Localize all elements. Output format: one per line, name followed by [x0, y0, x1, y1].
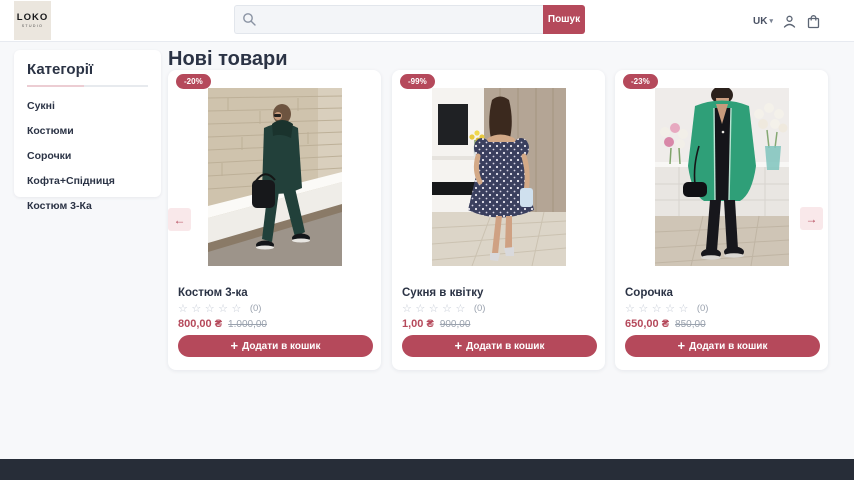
- add-to-cart-button[interactable]: + Додати в кошик: [178, 335, 373, 357]
- sidebar-item-sorochky[interactable]: Сорочки: [27, 150, 148, 162]
- add-to-cart-label: Додати в кошик: [242, 341, 320, 352]
- current-price: 800,00 ₴: [178, 318, 222, 330]
- product-card: -23%: [615, 70, 828, 370]
- rating-count: (0): [474, 303, 486, 314]
- star-icons: ☆☆☆☆☆: [625, 302, 692, 315]
- search-button[interactable]: Пошук: [543, 5, 585, 34]
- category-sidebar: Категорії Сукні Костюми Сорочки Кофта+Сп…: [14, 50, 161, 197]
- chevron-down-icon: ▾: [769, 17, 773, 25]
- discount-badge: -20%: [176, 74, 211, 89]
- product-title[interactable]: Костюм 3-ка: [178, 287, 248, 299]
- current-price: 650,00 ₴: [625, 318, 669, 330]
- sidebar-item-kofta-spidnytsia[interactable]: Кофта+Спідниця: [27, 175, 148, 187]
- product-title[interactable]: Сорочка: [625, 287, 673, 299]
- product-photo-suit-street: [208, 88, 342, 266]
- language-selector[interactable]: UK ▾: [753, 16, 773, 27]
- product-card: -99%: [392, 70, 605, 370]
- price-row: 1,00 ₴ 900,00: [402, 318, 470, 330]
- product-image[interactable]: [432, 88, 566, 266]
- sidebar-item-sukni[interactable]: Сукні: [27, 100, 148, 112]
- page-title: Нові товари: [168, 48, 287, 71]
- rating-count: (0): [250, 303, 262, 314]
- old-price: 900,00: [440, 319, 471, 330]
- search-input[interactable]: [234, 5, 543, 34]
- add-to-cart-label: Додати в кошик: [466, 341, 544, 352]
- plus-icon: +: [678, 341, 686, 351]
- discount-badge: -23%: [623, 74, 658, 89]
- footer: [0, 459, 854, 480]
- product-photo-green-shirt: [655, 88, 789, 266]
- product-image[interactable]: [208, 88, 342, 266]
- current-price: 1,00 ₴: [402, 318, 434, 330]
- rating-count: (0): [697, 303, 709, 314]
- product-image[interactable]: [655, 88, 789, 266]
- rating: ☆☆☆☆☆ (0): [625, 302, 708, 315]
- old-price: 850,00: [675, 319, 706, 330]
- header-actions: UK ▾: [753, 0, 821, 42]
- rating: ☆☆☆☆☆ (0): [178, 302, 261, 315]
- cart-icon[interactable]: [806, 14, 821, 29]
- plus-icon: +: [455, 341, 463, 351]
- add-to-cart-button[interactable]: + Додати в кошик: [625, 335, 820, 357]
- sidebar-item-kostium-3ka[interactable]: Костюм 3-Ка: [27, 200, 148, 212]
- sidebar-item-kostiumy[interactable]: Костюми: [27, 125, 148, 137]
- logo-subtitle: STUDIO: [22, 24, 44, 28]
- rating: ☆☆☆☆☆ (0): [402, 302, 485, 315]
- search-bar: Пошук: [234, 5, 585, 34]
- sidebar-title: Категорії: [27, 61, 148, 78]
- logo[interactable]: LOKO STUDIO: [14, 1, 51, 40]
- header: LOKO STUDIO Пошук UK ▾: [0, 0, 854, 42]
- price-row: 800,00 ₴ 1.000,00: [178, 318, 267, 330]
- logo-title: LOKO: [17, 13, 48, 23]
- star-icons: ☆☆☆☆☆: [178, 302, 245, 315]
- star-icons: ☆☆☆☆☆: [402, 302, 469, 315]
- add-to-cart-label: Додати в кошик: [689, 341, 767, 352]
- main-content: Категорії Сукні Костюми Сорочки Кофта+Сп…: [0, 42, 854, 459]
- product-photo-dress-interior: [432, 88, 566, 266]
- arrow-right-icon: →: [806, 212, 818, 226]
- account-icon[interactable]: [782, 14, 797, 29]
- product-title[interactable]: Сукня в квітку: [402, 287, 483, 299]
- add-to-cart-button[interactable]: + Додати в кошик: [402, 335, 597, 357]
- sidebar-divider: [27, 85, 148, 87]
- arrow-left-icon: ←: [174, 213, 186, 227]
- product-card: -20%: [168, 70, 381, 370]
- old-price: 1.000,00: [228, 319, 267, 330]
- plus-icon: +: [231, 341, 239, 351]
- language-label: UK: [753, 16, 767, 27]
- carousel-prev-button[interactable]: ←: [168, 208, 191, 231]
- discount-badge: -99%: [400, 74, 435, 89]
- price-row: 650,00 ₴ 850,00: [625, 318, 706, 330]
- carousel-next-button[interactable]: →: [800, 207, 823, 230]
